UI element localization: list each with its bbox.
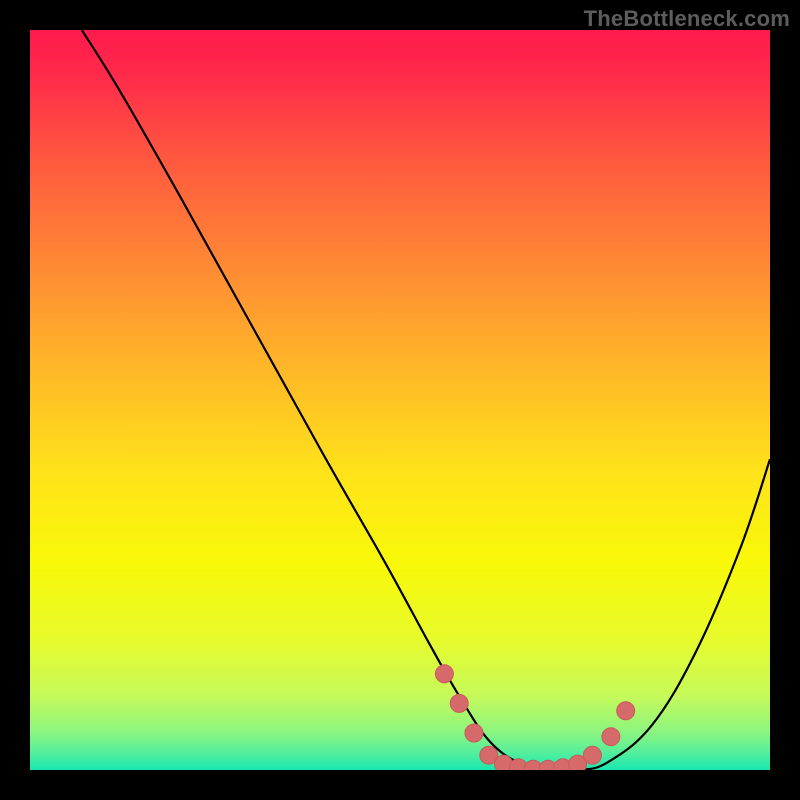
plot-area — [30, 30, 770, 770]
heat-gradient — [30, 30, 770, 770]
watermark-text: TheBottleneck.com — [584, 6, 790, 32]
chart-stage: TheBottleneck.com — [0, 0, 800, 800]
